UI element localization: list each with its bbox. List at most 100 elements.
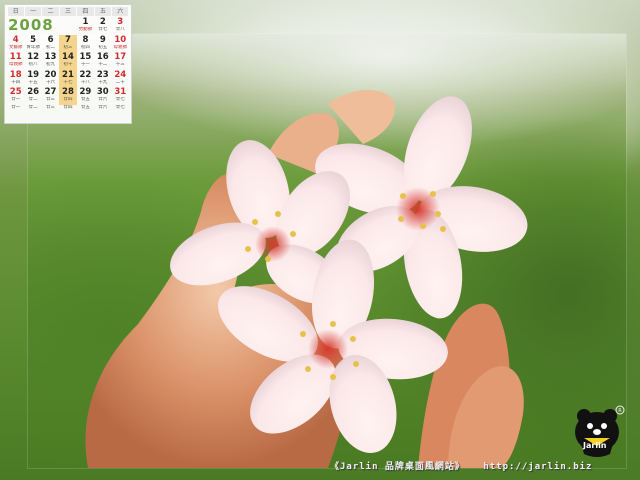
mascot-label: Jarlin [583, 441, 607, 450]
calendar-day-cell: 14 初十 [59, 52, 77, 70]
calendar-lunar-label: 十一 [80, 62, 90, 67]
jarlin-bear-logo: R Jarlin [570, 404, 626, 460]
calendar-lunar-label: 廿五 [80, 97, 90, 102]
calendar-day-cell: 29 廿五 [77, 87, 94, 105]
site-name: 《Jarlin 品牌桌面風網站》 [330, 462, 465, 472]
calendar-day-cell: 廿一 [7, 105, 24, 123]
calendar-lunar-label: 二十 [115, 79, 125, 85]
calendar-lunar-label: 文藝節 [8, 44, 23, 50]
calendar-day-cell: 17 十三 [112, 52, 129, 70]
calendar-day-cell: 23 十九 [94, 70, 111, 88]
calendar-lunar-label: 青年節 [26, 44, 40, 50]
calendar-day-number: 24 [114, 69, 127, 80]
calendar-day-number: 21 [62, 69, 74, 80]
calendar-day-number: 12 [27, 52, 40, 62]
bear-icon: R [575, 405, 625, 457]
calendar-day-number: 4 [12, 34, 19, 45]
calendar-day-cell: 廿五 [77, 105, 94, 123]
calendar-day-cell: 廿二 [24, 105, 41, 123]
calendar-lunar-label: 廿五 [80, 104, 90, 110]
calendar-day-cell: 廿三 [42, 105, 59, 123]
calendar-day-number: 2 [99, 17, 106, 27]
weekday-mon: 一 [24, 7, 42, 16]
calendar-day-cell: 5 青年節 [24, 35, 41, 53]
calendar-day-number: 17 [114, 52, 127, 62]
calendar-day-number: 9 [99, 34, 106, 45]
calendar-lunar-label: 廿二 [28, 97, 38, 102]
calendar-day-number: 20 [44, 69, 57, 80]
calendar-lunar-label: 初十 [63, 62, 73, 67]
calendar-day-cell: 20 十六 [42, 70, 59, 88]
calendar-lunar-label: 廿一 [11, 104, 21, 110]
calendar-lunar-label: 初五 [98, 44, 108, 50]
calendar-lunar-label: 廿六 [98, 97, 108, 102]
calendar-day-number: 5 [30, 34, 37, 45]
calendar-day-cell: 廿六 [94, 105, 111, 123]
calendar-day-cell: 18 十四 [7, 70, 24, 88]
calendar-day-number: 18 [9, 69, 22, 80]
calendar-day-cell: 10 母親節 [112, 35, 129, 53]
calendar-lunar-label: 廿八 [115, 27, 125, 32]
calendar-day-cell [42, 17, 59, 35]
calendar-day-cell: 21 十七 [59, 69, 77, 87]
calendar-lunar-label: 母親節 [113, 44, 127, 50]
site-url[interactable]: http://jarlin.biz [483, 462, 592, 472]
calendar-lunar-label: 初三 [63, 44, 73, 50]
calendar-lunar-label: 初九 [46, 62, 56, 67]
calendar-lunar-label: 勞動節 [78, 27, 93, 32]
calendar-lunar-label: 十六 [46, 79, 56, 85]
weekday-wed: 三 [59, 7, 77, 16]
calendar-lunar-label: 廿二 [28, 104, 38, 110]
calendar-day-cell: 6 初二 [42, 35, 59, 53]
calendar-lunar-label: 廿三 [46, 97, 56, 102]
calendar-day-cell: 8 初四 [77, 35, 94, 53]
calendar-day-cell: 廿四 [59, 105, 76, 123]
calendar-day-number: 22 [79, 69, 92, 80]
calendar-lunar-label: 十二 [98, 62, 108, 67]
calendar-day-cell: 24 二十 [112, 70, 129, 88]
calendar-day-number: 3 [117, 17, 124, 27]
calendar-day-cell: 12 初八 [24, 52, 41, 70]
calendar-day-cell: 15 十一 [77, 52, 94, 70]
calendar-day-number: 7 [65, 34, 71, 45]
calendar-day-number: 28 [62, 87, 74, 97]
calendar-day-number: 31 [114, 87, 127, 97]
calendar-day-number: 25 [9, 87, 22, 97]
calendar-lunar-label: 十三 [115, 62, 125, 67]
calendar-day-cell: 2 廿七 [94, 17, 111, 35]
calendar-day-cell: 13 初九 [42, 52, 59, 70]
calendar-lunar-label: 廿三 [46, 104, 56, 110]
calendar-lunar-label: 廿七 [98, 27, 108, 32]
calendar-day-cell: 11 母親節 [7, 52, 24, 70]
calendar-week-row: 25 廿一 26 廿二 27 廿三 28 廿四 29 廿五 30 廿六 31 廿七 [7, 87, 129, 105]
weekday-tue: 二 [42, 7, 59, 16]
calendar-day-cell: 1 勞動節 [77, 17, 94, 35]
calendar-day-number: 6 [47, 34, 54, 45]
calendar-day-cell [59, 17, 76, 35]
calendar-day-number: 1 [82, 17, 89, 27]
calendar-day-cell: 9 初五 [94, 35, 111, 53]
calendar-day-cell: 4 文藝節 [7, 35, 24, 53]
calendar-day-cell: 廿七 [112, 105, 129, 123]
calendar-week-row: 1 勞動節 2 廿七 3 廿八 [7, 17, 129, 35]
calendar-day-number: 26 [27, 87, 40, 97]
calendar-lunar-label: 初四 [80, 44, 90, 50]
calendar-lunar-label: 廿四 [63, 104, 73, 110]
calendar-day-number: 16 [96, 52, 109, 62]
calendar-day-number: 30 [96, 87, 109, 97]
calendar-lunar-label: 十九 [98, 79, 108, 85]
calendar-day-number: 11 [9, 52, 22, 62]
calendar-day-cell [24, 17, 41, 35]
calendar-day-cell [7, 17, 24, 35]
calendar-day-cell: 30 廿六 [94, 87, 111, 105]
weekday-sun: 日 [7, 7, 24, 16]
calendar-day-cell: 7 初三 [59, 34, 77, 52]
calendar-day-number: 13 [44, 52, 57, 62]
calendar-lunar-label: 十五 [28, 79, 38, 85]
calendar-lunar-label: 十四 [11, 79, 21, 85]
calendar-grid: 1 勞動節 2 廿七 3 廿八 4 文藝節 5 青年節 6 初二 7 初三 8 初四 9 初五 10 母親節 11 母親節… [7, 17, 129, 122]
weekday-sat: 六 [112, 7, 129, 16]
calendar-day-cell: 25 廿一 [7, 87, 24, 105]
calendar-lunar-label: 十八 [80, 79, 90, 85]
calendar-day-cell: 19 十五 [24, 70, 41, 88]
